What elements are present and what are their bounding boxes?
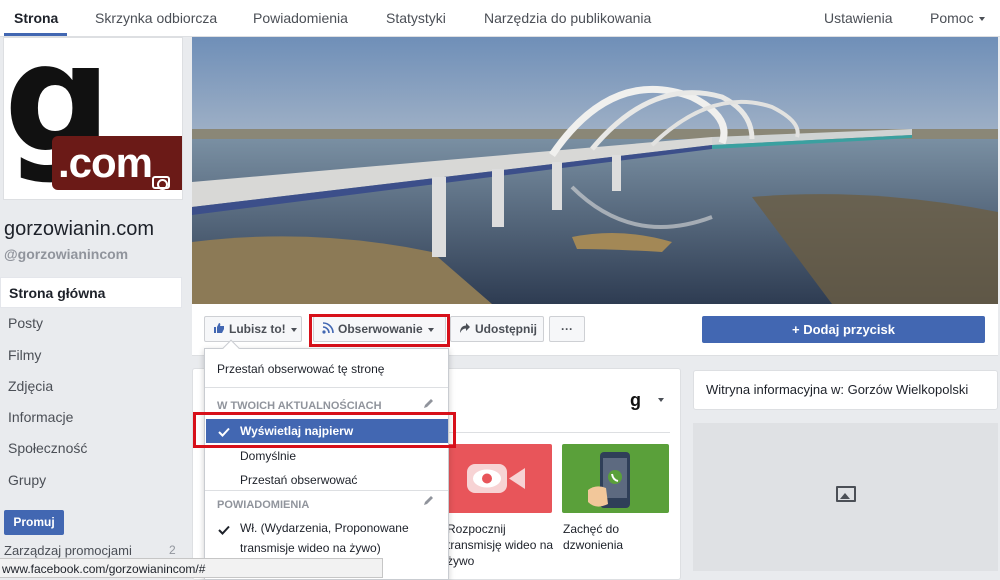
pencil-icon[interactable] [423,494,435,509]
sidebar-item-community[interactable]: Społeczność [0,433,182,464]
manage-promotions-link[interactable]: Zarządzaj promocjami [4,543,132,558]
camera-icon[interactable] [152,176,170,190]
pencil-icon[interactable] [423,397,435,412]
live-video-label-1: Rozpocznij [447,522,506,536]
sidebar: Strona główna Posty Filmy Zdjęcia Inform… [0,277,182,496]
like-label: Lubisz to! [229,322,286,336]
tab-notifications[interactable]: Powiadomienia [253,10,348,26]
share-label: Udostępnij [475,322,537,336]
page-title: gorzowianin.com [4,218,155,240]
divider [205,387,448,388]
tab-page[interactable]: Strona [14,10,58,26]
live-video-tile-label[interactable]: Rozpocznij transmisję wideo na żywo [447,521,553,569]
feed-section-header: W TWOICH AKTUALNOŚCIACH [217,400,382,412]
logo-domain: .com [58,139,153,186]
sidebar-item-about[interactable]: Informacje [0,402,182,433]
add-button[interactable]: + Dodaj przycisk [702,316,985,343]
chevron-down-icon[interactable] [658,398,664,402]
help-label: Pomoc [930,10,974,26]
share-button[interactable]: Udostępnij [450,316,544,342]
tab-settings[interactable]: Ustawienia [824,10,892,26]
like-button[interactable]: Lubisz to! [204,316,302,342]
notifications-on-option[interactable]: Wł. (Wydarzenia, Proponowane transmisje … [240,521,409,555]
more-options-button[interactable]: ··· [549,316,585,342]
call-tile-label[interactable]: Zachęć do dzwonienia [563,521,623,553]
page-handle[interactable]: @gorzowianincom [4,246,128,262]
default-option[interactable]: Domyślnie [240,449,296,463]
unfollow-page-option[interactable]: Przestań obserwować tę stronę [217,362,384,376]
notifications-on-line-1: Wł. (Wydarzenia, Proponowane [240,521,409,535]
bridge-cover-image [192,37,998,304]
notifications-section-header: POWIADOMIENIA [217,499,310,511]
help-menu[interactable]: Pomoc [930,10,985,26]
page-avatar-small[interactable]: g [630,390,641,411]
call-label-2: dzwonienia [563,538,624,552]
phone-hand-icon [588,452,630,508]
checkmark-icon [218,523,230,538]
tab-inbox[interactable]: Skrzynka odbiorcza [95,10,217,26]
sidebar-item-videos[interactable]: Filmy [0,340,182,371]
top-navigation: Strona Skrzynka odbiorcza Powiadomienia … [0,0,1000,37]
profile-picture[interactable]: g .com [3,37,183,200]
sidebar-item-posts[interactable]: Posty [0,308,182,339]
video-camera-icon [467,464,525,493]
unfollow-option[interactable]: Przestań obserwować [240,473,357,487]
sidebar-item-groups[interactable]: Grupy [0,465,182,496]
tab-publishing-tools[interactable]: Narzędzia do publikowania [484,10,651,26]
live-video-tile[interactable] [445,444,552,513]
divider [205,490,448,491]
chevron-down-icon [978,17,985,22]
cover-photo[interactable] [192,37,998,304]
sidebar-item-home[interactable]: Strona główna [0,277,182,309]
active-tab-indicator [4,33,67,36]
add-photo-icon[interactable] [836,486,856,502]
live-video-label-3: żywo [447,554,475,568]
notifications-on-line-2: transmisje wideo na żywo) [240,541,381,555]
call-label-1: Zachęć do [563,522,620,536]
tab-insights[interactable]: Statystyki [386,10,446,26]
chevron-down-icon [290,327,297,332]
call-tile[interactable] [562,444,669,513]
thumbs-up-icon [213,322,225,337]
status-url-bar: www.facebook.com/gorzowianincom/# [0,558,383,578]
manage-promotions-count: 2 [169,543,176,557]
live-video-label-2: transmisję wideo na [447,538,554,552]
share-arrow-icon [459,322,471,337]
promote-button[interactable]: Promuj [4,510,64,535]
page-info-card[interactable]: Witryna informacyjna w: Gorzów Wielkopol… [693,370,998,410]
sidebar-item-photos[interactable]: Zdjęcia [0,371,182,402]
see-first-highlight-frame [193,412,456,448]
follow-highlight-frame [309,314,450,347]
